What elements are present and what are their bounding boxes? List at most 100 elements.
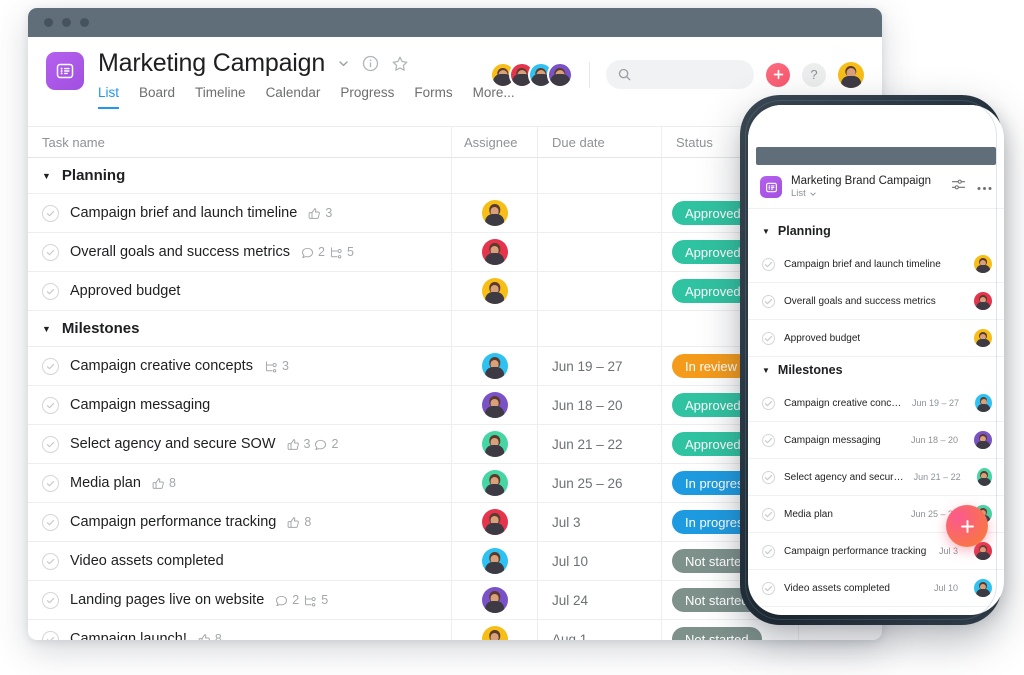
more-horizontal-icon[interactable] <box>977 178 992 196</box>
tablet-page-title: Marketing Brand Campaign <box>791 175 931 187</box>
task-complete-icon[interactable] <box>42 282 59 300</box>
chevron-down-icon[interactable] <box>337 57 350 70</box>
assignee-cell[interactable] <box>452 347 538 385</box>
filter-sliders-icon[interactable] <box>951 177 966 197</box>
assignee-cell[interactable] <box>452 194 538 232</box>
assignee-cell[interactable] <box>452 620 538 640</box>
task-complete-icon[interactable] <box>42 204 59 222</box>
status-badge[interactable]: Not started <box>672 627 762 640</box>
tab-progress[interactable]: Progress <box>340 85 394 109</box>
tablet-list-item[interactable]: Video assets completed Jul 10 <box>748 570 1004 607</box>
due-date: Jul 10 <box>933 583 958 593</box>
tab-calendar[interactable]: Calendar <box>266 85 321 109</box>
assignee-cell[interactable] <box>452 503 538 541</box>
task-complete-icon[interactable] <box>762 470 775 484</box>
avatar[interactable] <box>481 509 508 535</box>
tablet-list-item[interactable]: Approved budget <box>748 320 1004 357</box>
assignee-cell[interactable] <box>452 233 538 271</box>
avatar[interactable] <box>974 579 992 597</box>
avatar[interactable] <box>481 626 508 640</box>
avatar[interactable] <box>481 353 508 379</box>
avatar[interactable] <box>481 470 508 496</box>
tablet-add-task-fab[interactable] <box>946 505 988 547</box>
task-complete-icon[interactable] <box>42 357 59 375</box>
tab-timeline[interactable]: Timeline <box>195 85 246 109</box>
due-date: Jun 21 – 22 <box>913 472 961 482</box>
tab-list[interactable]: List <box>98 85 120 109</box>
avatar[interactable] <box>974 329 992 347</box>
task-complete-icon[interactable] <box>762 257 775 271</box>
tab-board[interactable]: Board <box>139 85 175 109</box>
like-count: 8 <box>287 515 311 529</box>
window-minimize-dot[interactable] <box>62 18 71 27</box>
avatar[interactable] <box>481 392 508 418</box>
thumbs-up-icon <box>287 516 300 528</box>
task-complete-icon[interactable] <box>762 544 775 558</box>
task-complete-icon[interactable] <box>42 513 59 531</box>
window-close-dot[interactable] <box>44 18 53 27</box>
tablet-list-item[interactable]: Campaign brief and launch timeline <box>748 246 1004 283</box>
avatar[interactable] <box>481 239 508 265</box>
avatar[interactable] <box>547 61 573 88</box>
tablet-view-selector[interactable]: List <box>791 188 942 199</box>
task-complete-icon[interactable] <box>42 591 59 609</box>
assignee-cell[interactable] <box>452 542 538 580</box>
task-name: Select agency and secure SOW <box>784 471 905 483</box>
due-date: Jul 24 <box>552 592 589 608</box>
task-complete-icon[interactable] <box>42 552 59 570</box>
task-complete-icon[interactable] <box>42 243 59 261</box>
window-titlebar <box>28 8 882 37</box>
task-complete-icon[interactable] <box>42 630 59 640</box>
help-button[interactable]: ? <box>802 62 826 87</box>
avatar[interactable] <box>838 61 864 88</box>
avatar[interactable] <box>481 587 508 613</box>
assignee-cell[interactable] <box>452 464 538 502</box>
add-task-button[interactable] <box>766 62 790 87</box>
avatar[interactable] <box>974 255 992 273</box>
subtask-count: 3 <box>264 359 289 373</box>
task-name: Select agency and secure SOW <box>70 436 276 452</box>
tablet-list-item[interactable]: Select agency and secure SOW Jun 21 – 22 <box>748 459 1004 496</box>
avatar[interactable] <box>974 431 992 449</box>
task-complete-icon[interactable] <box>762 581 775 595</box>
avatar[interactable] <box>481 548 508 574</box>
section-collapse-caret[interactable]: ▼ <box>762 366 770 375</box>
task-complete-icon[interactable] <box>762 507 775 521</box>
section-collapse-caret[interactable]: ▼ <box>42 171 51 181</box>
avatar[interactable] <box>974 542 992 560</box>
task-complete-icon[interactable] <box>42 474 59 492</box>
tablet-status-bar <box>748 105 1004 147</box>
assignee-cell[interactable] <box>452 581 538 619</box>
assignee-cell[interactable] <box>452 272 538 310</box>
task-complete-icon[interactable] <box>762 331 775 345</box>
info-icon[interactable] <box>362 55 379 72</box>
task-complete-icon[interactable] <box>762 396 775 410</box>
task-name: Landing pages live on website <box>70 592 265 608</box>
avatar[interactable] <box>975 394 992 412</box>
tablet-list-item[interactable]: Campaign messaging Jun 18 – 20 <box>748 422 1004 459</box>
tablet-list-item[interactable]: Campaign creative concepts Jun 19 – 27 <box>748 385 1004 422</box>
table-row[interactable]: Campaign launch! 8 Aug 1 Not started <box>28 620 882 640</box>
status-badge[interactable]: In review <box>672 354 751 378</box>
task-complete-icon[interactable] <box>762 294 775 308</box>
task-complete-icon[interactable] <box>42 435 59 453</box>
task-complete-icon[interactable] <box>762 433 775 447</box>
star-icon[interactable] <box>391 55 409 73</box>
assignee-cell[interactable] <box>452 425 538 463</box>
avatar[interactable] <box>976 468 992 486</box>
task-complete-icon[interactable] <box>42 396 59 414</box>
subtask-icon <box>265 360 277 372</box>
tab-forms[interactable]: Forms <box>414 85 452 109</box>
avatar[interactable] <box>481 278 508 304</box>
assignee-cell[interactable] <box>452 386 538 424</box>
window-maximize-dot[interactable] <box>80 18 89 27</box>
avatar[interactable] <box>974 292 992 310</box>
search-input[interactable] <box>606 60 754 89</box>
member-facepile[interactable] <box>490 61 573 88</box>
section-collapse-caret[interactable]: ▼ <box>42 324 51 334</box>
avatar[interactable] <box>481 431 508 457</box>
subtask-count: 5 <box>303 593 328 607</box>
avatar[interactable] <box>481 200 508 226</box>
section-collapse-caret[interactable]: ▼ <box>762 227 770 236</box>
tablet-list-item[interactable]: Overall goals and success metrics <box>748 283 1004 320</box>
